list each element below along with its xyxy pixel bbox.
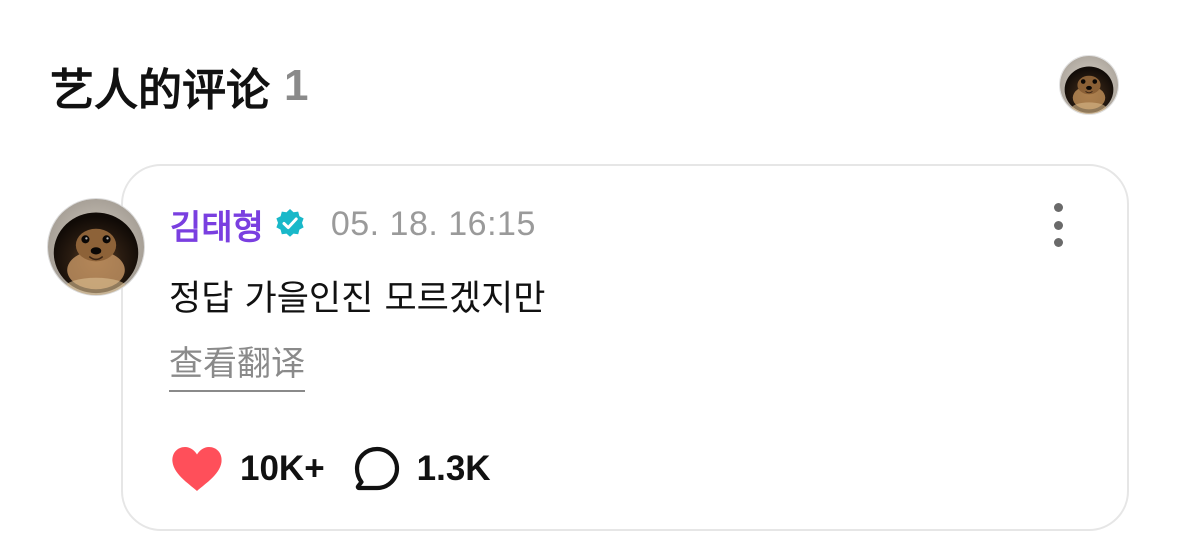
more-dot — [1053, 238, 1063, 247]
verified-badge-icon — [276, 209, 304, 237]
dog-avatar-image — [1060, 56, 1118, 114]
like-count: 10K+ — [240, 449, 325, 488]
translate-link[interactable]: 查看翻译 — [169, 344, 305, 392]
heart-icon — [172, 447, 222, 491]
section-header: 艺人的评论 1 — [50, 58, 309, 116]
section-title: 艺人的评论 — [50, 65, 270, 116]
comment-meta: 김태형 05. 18. 16:15 — [170, 200, 536, 249]
author-avatar[interactable] — [47, 198, 145, 296]
author-name[interactable]: 김태형 — [170, 200, 264, 249]
comment-count: 1 — [284, 61, 309, 110]
reply-button[interactable]: 1.3K — [353, 445, 491, 493]
more-options-button[interactable] — [1044, 203, 1072, 247]
comment-text: 정답 가을인진 모르겠지만 — [169, 279, 546, 319]
dog-avatar-image — [48, 199, 144, 295]
more-vertical-icon — [1053, 203, 1063, 212]
reply-count: 1.3K — [416, 449, 491, 488]
comment-actions: 10K+ 1.3K — [170, 444, 491, 494]
speech-bubble-icon — [354, 446, 399, 491]
comment-timestamp: 05. 18. 16:15 — [330, 204, 536, 243]
like-button[interactable]: 10K+ — [170, 445, 325, 493]
more-dot — [1053, 220, 1063, 230]
user-avatar[interactable] — [1059, 55, 1119, 115]
